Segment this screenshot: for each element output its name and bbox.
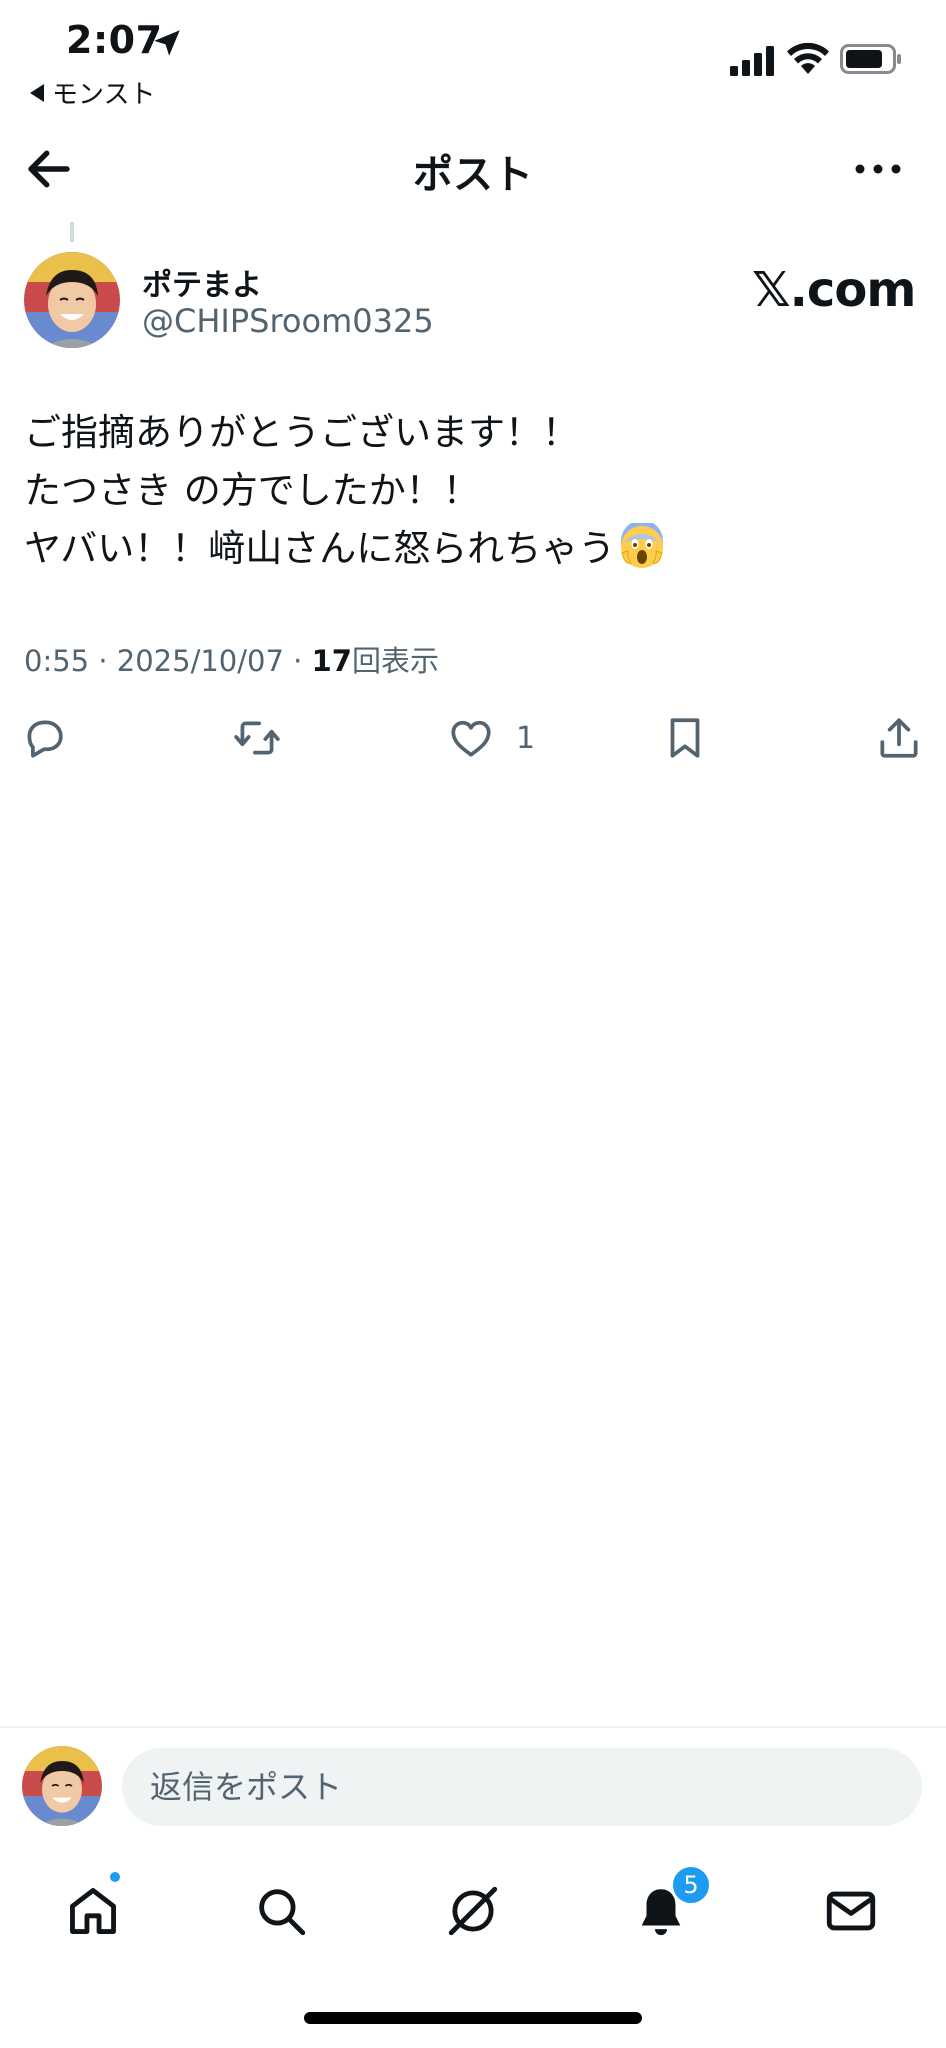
post-text-line: ヤバい！！﨑山さんに怒られちゃう <box>24 527 616 570</box>
share-button[interactable] <box>874 708 924 768</box>
status-bar: 2:07 モンスト <box>0 0 946 120</box>
status-time: 2:07 <box>66 18 163 62</box>
like-button[interactable]: 1 <box>446 708 535 768</box>
source-label: 𝕏.com <box>752 262 916 318</box>
reply-icon <box>27 720 63 758</box>
post-text-line-with-emoji: ヤバい！！﨑山さんに怒られちゃう <box>24 520 924 578</box>
reply-input[interactable] <box>122 1748 922 1826</box>
avatar-image <box>24 252 120 348</box>
search-icon <box>259 1889 306 1936</box>
post-text-line: ご指摘ありがとうございます！！ <box>24 411 579 454</box>
back-app-label: モンスト <box>52 80 156 110</box>
bookmark-button[interactable] <box>660 708 710 768</box>
home-icon <box>70 1888 116 1934</box>
nav-messages[interactable] <box>806 1866 896 1956</box>
bottom-nav <box>0 1866 946 1956</box>
post-timestamp: 0:55 · 2025/10/07 · <box>24 644 312 678</box>
post-header: ポスト <box>0 120 946 218</box>
views-count[interactable]: 17 <box>312 644 352 678</box>
nav-grok[interactable] <box>428 1866 518 1956</box>
post-action-bar: 1 <box>0 708 946 768</box>
grok-icon <box>448 1886 498 1936</box>
more-options-icon[interactable] <box>852 154 904 184</box>
author-name[interactable]: ポテまよ <box>142 260 262 304</box>
like-count: 1 <box>516 720 536 756</box>
avatar-image <box>22 1746 102 1826</box>
nav-search[interactable] <box>236 1866 326 1956</box>
battery-icon <box>840 44 901 74</box>
views-label: 回表示 <box>351 644 439 678</box>
repost-button[interactable] <box>232 708 282 768</box>
author-handle[interactable]: @CHIPSroom0325 <box>142 302 434 340</box>
post-body: ご指摘ありがとうございます！！ たつさき の方でしたか！！ ヤバい！！﨑山さんに… <box>24 404 924 578</box>
composer-avatar[interactable] <box>22 1746 102 1826</box>
location-arrow-icon <box>154 30 180 56</box>
post-meta: 0:55 · 2025/10/07 · 17回表示 <box>24 638 439 680</box>
share-icon <box>880 718 918 758</box>
composer-divider <box>0 1726 946 1728</box>
home-unread-dot <box>108 1870 122 1884</box>
cellular-signal-icon <box>730 46 774 76</box>
back-to-app-link[interactable]: モンスト <box>30 74 155 111</box>
author-avatar[interactable] <box>24 252 120 348</box>
page-title: ポスト <box>413 152 533 198</box>
reply-button[interactable] <box>20 708 70 768</box>
nav-home[interactable] <box>48 1866 138 1956</box>
bookmark-icon <box>670 718 700 758</box>
notification-badge: 5 <box>670 1864 712 1906</box>
home-indicator[interactable] <box>304 2012 642 2024</box>
wifi-icon <box>787 42 829 74</box>
repost-icon <box>234 721 280 755</box>
face-screaming-in-fear-emoji <box>621 523 664 568</box>
like-icon <box>451 720 491 757</box>
back-triangle-icon <box>30 83 44 102</box>
messages-icon <box>826 1891 876 1931</box>
thread-connector-line <box>70 222 74 242</box>
post-text-line: たつさき の方でしたか！！ <box>24 469 480 512</box>
